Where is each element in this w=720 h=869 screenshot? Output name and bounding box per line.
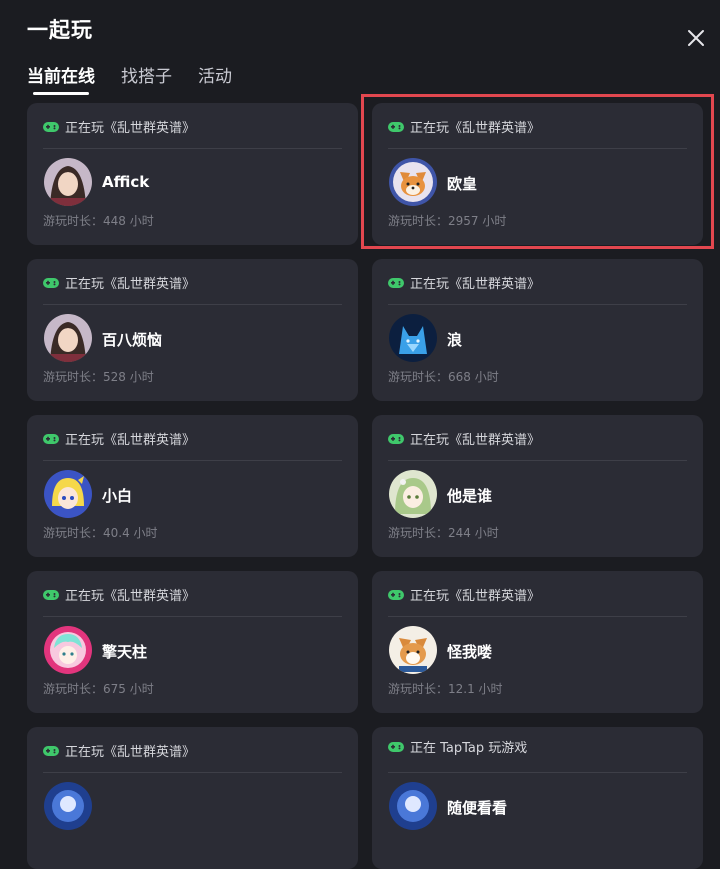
play-duration: 游玩时长：244 小时 (388, 526, 499, 540)
player-card[interactable]: 正在玩《乱世群英谱》 小白 游玩时长：40.4 小时 (27, 415, 358, 557)
gamepad-icon (388, 589, 404, 600)
tab-bar: 当前在线 找搭子 活动 (27, 62, 258, 95)
play-duration: 游玩时长：40.4 小时 (43, 526, 158, 540)
player-card[interactable]: 正在玩《乱世群英谱》 他是谁 游玩时长：244 小时 (372, 415, 703, 557)
player-card[interactable]: 正在玩《乱世群英谱》 百八烦恼 游玩时长：528 小时 (27, 259, 358, 401)
divider (388, 616, 687, 617)
playing-status-text: 正在玩《乱世群英谱》 (65, 433, 196, 448)
tab-online[interactable]: 当前在线 (27, 62, 95, 95)
gamepad-icon (388, 277, 404, 288)
divider (43, 616, 342, 617)
playing-status-text: 正在玩《乱世群英谱》 (65, 589, 196, 604)
gamepad-icon (388, 121, 404, 132)
play-duration: 游玩时长：668 小时 (388, 370, 499, 384)
player-name: 欧皇 (447, 175, 478, 193)
player-name: 他是谁 (447, 487, 493, 505)
play-duration: 游玩时长：528 小时 (43, 370, 154, 384)
playing-status-text: 正在 TapTap 玩游戏 (410, 741, 528, 756)
shiba-dog-avatar[interactable] (389, 158, 437, 206)
divider (388, 304, 687, 305)
play-duration: 游玩时长：2957 小时 (388, 214, 507, 228)
playing-status-text: 正在玩《乱世群英谱》 (65, 745, 196, 760)
player-name: Affick (102, 173, 150, 191)
playing-status-text: 正在玩《乱世群英谱》 (65, 121, 196, 136)
play-duration: 游玩时长：675 小时 (43, 682, 154, 696)
player-card[interactable]: 正在玩《乱世群英谱》 擎天柱 游玩时长：675 小时 (27, 571, 358, 713)
divider (388, 772, 687, 773)
player-card[interactable]: 正在玩《乱世群英谱》 怪我喽 游玩时长：12.1 小时 (372, 571, 703, 713)
gamepad-icon (43, 121, 59, 132)
pink-chibi-avatar[interactable] (44, 626, 92, 674)
play-duration: 游玩时长：12.1 小时 (388, 682, 503, 696)
divider (43, 772, 342, 773)
playing-status-text: 正在玩《乱世群英谱》 (410, 121, 541, 136)
playing-status: 正在玩《乱世群英谱》 (43, 585, 195, 604)
playing-status: 正在玩《乱世群英谱》 (388, 117, 540, 136)
close-icon[interactable] (686, 28, 706, 48)
blue-avatar[interactable] (44, 782, 92, 830)
playing-status: 正在 TapTap 玩游戏 (388, 737, 527, 756)
divider (388, 148, 687, 149)
player-card[interactable]: 正在 TapTap 玩游戏 随便看看 (372, 727, 703, 869)
playing-status-text: 正在玩《乱世群英谱》 (410, 433, 541, 448)
player-name: 浪 (447, 331, 463, 349)
player-name: 擎天柱 (102, 643, 148, 661)
divider (43, 304, 342, 305)
gamepad-icon (43, 277, 59, 288)
player-name: 随便看看 (447, 799, 508, 817)
play-duration: 游玩时长：448 小时 (43, 214, 154, 228)
player-card[interactable]: 正在玩《乱世群英谱》 欧皇 游玩时长：2957 小时 (372, 103, 703, 245)
gamepad-icon (43, 433, 59, 444)
playing-status: 正在玩《乱世群英谱》 (43, 117, 195, 136)
playing-status: 正在玩《乱世群英谱》 (388, 429, 540, 448)
player-name: 怪我喽 (447, 643, 493, 661)
tab-events[interactable]: 活动 (198, 62, 232, 87)
playing-status-text: 正在玩《乱世群英谱》 (65, 277, 196, 292)
playing-status: 正在玩《乱世群英谱》 (43, 741, 195, 760)
blonde-chibi-avatar[interactable] (44, 470, 92, 518)
tab-find-partner[interactable]: 找搭子 (121, 62, 172, 87)
divider (43, 148, 342, 149)
playing-status-text: 正在玩《乱世群英谱》 (410, 277, 541, 292)
player-card[interactable]: 正在玩《乱世群英谱》 Affick 游玩时长：448 小时 (27, 103, 358, 245)
corgi-dog-avatar[interactable] (389, 626, 437, 674)
gamepad-icon (388, 433, 404, 444)
gamepad-icon (43, 589, 59, 600)
playing-status: 正在玩《乱世群英谱》 (388, 585, 540, 604)
blue-wolf-avatar[interactable] (389, 314, 437, 362)
playing-status-text: 正在玩《乱世群英谱》 (410, 589, 541, 604)
playing-status: 正在玩《乱世群英谱》 (43, 429, 195, 448)
gamepad-icon (43, 745, 59, 756)
anime-girl-avatar[interactable] (44, 314, 92, 362)
player-name: 百八烦恼 (102, 331, 163, 349)
player-card[interactable]: 正在玩《乱世群英谱》 浪 游玩时长：668 小时 (372, 259, 703, 401)
green-hair-girl-avatar[interactable] (389, 470, 437, 518)
page-title: 一起玩 (27, 18, 93, 42)
playing-status: 正在玩《乱世群英谱》 (43, 273, 195, 292)
playing-status: 正在玩《乱世群英谱》 (388, 273, 540, 292)
player-grid: 正在玩《乱世群英谱》 Affick 游玩时长：448 小时 正在玩《乱世群英谱》… (27, 103, 703, 869)
player-card[interactable]: 正在玩《乱世群英谱》 (27, 727, 358, 869)
divider (388, 460, 687, 461)
blue-avatar[interactable] (389, 782, 437, 830)
divider (43, 460, 342, 461)
anime-girl-avatar[interactable] (44, 158, 92, 206)
gamepad-icon (388, 741, 404, 752)
player-name: 小白 (102, 487, 133, 505)
